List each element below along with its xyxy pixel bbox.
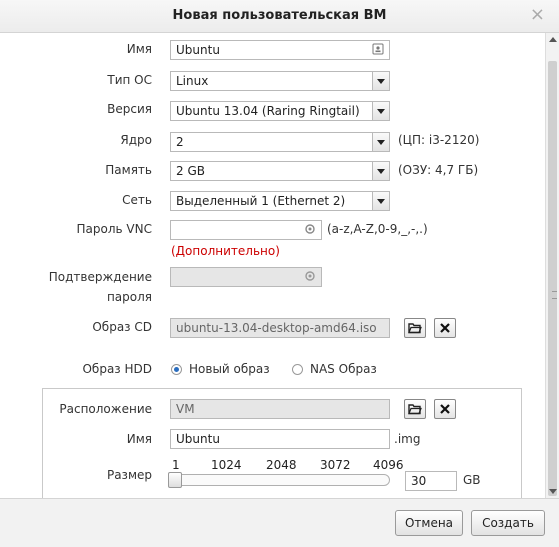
clear-cd-button[interactable] — [434, 318, 456, 338]
memory-select[interactable]: 2 GB — [170, 161, 390, 181]
disk-extension: .img — [394, 432, 421, 446]
close-icon[interactable]: × — [530, 4, 545, 25]
chevron-down-icon[interactable] — [372, 133, 389, 151]
cd-image-input[interactable]: ubuntu-13.04-desktop-amd64.iso — [170, 318, 390, 338]
refresh-icon[interactable] — [303, 223, 317, 237]
chevron-down-icon[interactable] — [372, 102, 389, 120]
version-label: Версия — [107, 102, 152, 116]
browse-location-button[interactable] — [404, 399, 426, 419]
size-tick: 3072 — [320, 458, 351, 472]
size-tick: 1024 — [211, 458, 242, 472]
location-label: Расположение — [59, 402, 152, 416]
size-tick: 2048 — [266, 458, 297, 472]
scroll-down-icon[interactable] — [549, 489, 557, 494]
dialog-footer: Отмена Создать — [0, 498, 559, 547]
dialog-titlebar: Новая пользовательская ВМ × — [0, 0, 559, 33]
name-label: Имя — [126, 42, 152, 56]
folder-open-icon — [408, 404, 422, 415]
cores-value: 2 — [176, 135, 184, 149]
network-value: Выделенный 1 (Ethernet 2) — [176, 194, 346, 208]
cd-image-label: Образ CD — [92, 320, 152, 334]
os-type-label: Тип ОС — [107, 73, 152, 87]
size-label: Размер — [106, 468, 152, 482]
size-slider-handle[interactable] — [168, 472, 183, 488]
nas-image-radio[interactable] — [292, 364, 303, 375]
chevron-down-icon[interactable] — [372, 72, 389, 90]
size-slider[interactable] — [168, 472, 390, 488]
cancel-button[interactable]: Отмена — [395, 510, 463, 536]
location-value: VM — [176, 402, 195, 416]
create-button[interactable]: Создать — [471, 510, 545, 536]
hdd-image-label: Образ HDD — [82, 362, 152, 376]
size-tick: 1 — [172, 458, 180, 472]
dialog-title: Новая пользовательская ВМ — [172, 8, 387, 23]
chevron-down-icon[interactable] — [372, 162, 389, 180]
vnc-password-label: Пароль VNC — [76, 222, 152, 236]
advanced-link[interactable]: (Дополнительно) — [171, 244, 280, 258]
memory-value: 2 GB — [176, 164, 205, 178]
nas-image-radio-label[interactable]: NAS Образ — [310, 362, 377, 376]
disk-name-value: Ubuntu — [176, 432, 220, 446]
network-select[interactable]: Выделенный 1 (Ethernet 2) — [170, 191, 390, 211]
version-select[interactable]: Ubuntu 13.04 (Raring Ringtail) — [170, 101, 390, 121]
vnc-password-input[interactable] — [170, 220, 322, 240]
disk-name-input[interactable]: Ubuntu — [170, 429, 390, 449]
new-image-radio[interactable] — [171, 364, 182, 375]
name-input[interactable]: Ubuntu — [170, 40, 390, 60]
ram-hint: (ОЗУ: 4,7 ГБ) — [398, 163, 479, 177]
confirm-password-label-line1: Подтверждение — [48, 270, 152, 284]
scrollbar-thumb[interactable] — [548, 61, 557, 496]
memory-label: Память — [105, 163, 152, 177]
new-image-radio-label[interactable]: Новый образ — [189, 362, 270, 376]
close-icon — [440, 323, 450, 333]
size-input[interactable]: 30 — [405, 471, 457, 491]
cd-image-value: ubuntu-13.04-desktop-amd64.iso — [176, 321, 377, 335]
location-input[interactable]: VM — [170, 399, 390, 419]
version-value: Ubuntu 13.04 (Raring Ringtail) — [176, 104, 360, 118]
contact-card-icon — [371, 43, 385, 57]
browse-cd-button[interactable] — [404, 318, 426, 338]
network-label: Сеть — [122, 193, 152, 207]
os-type-value: Linux — [176, 74, 209, 88]
cpu-hint: (ЦП: i3-2120) — [398, 133, 480, 147]
close-icon — [440, 404, 450, 414]
vertical-scrollbar[interactable] — [545, 33, 559, 498]
clear-location-button[interactable] — [434, 399, 456, 419]
os-type-select[interactable]: Linux — [170, 71, 390, 91]
scroll-up-icon[interactable] — [549, 37, 557, 42]
cores-label: Ядро — [120, 133, 152, 147]
size-value: 30 — [411, 474, 427, 488]
disk-name-label: Имя — [126, 432, 152, 446]
name-value: Ubuntu — [176, 43, 220, 57]
cores-select[interactable]: 2 — [170, 132, 390, 152]
grip-icon — [552, 291, 557, 299]
size-tick: 4096 — [373, 458, 404, 472]
confirm-password-label-line2: пароля — [106, 290, 152, 304]
vnc-password-hint: (a-z,A-Z,0-9,_,-,.) — [327, 222, 428, 236]
chevron-down-icon[interactable] — [372, 192, 389, 210]
folder-open-icon — [408, 323, 422, 334]
refresh-icon — [303, 270, 317, 284]
confirm-password-input[interactable] — [170, 267, 322, 287]
size-unit: GB — [463, 473, 481, 487]
